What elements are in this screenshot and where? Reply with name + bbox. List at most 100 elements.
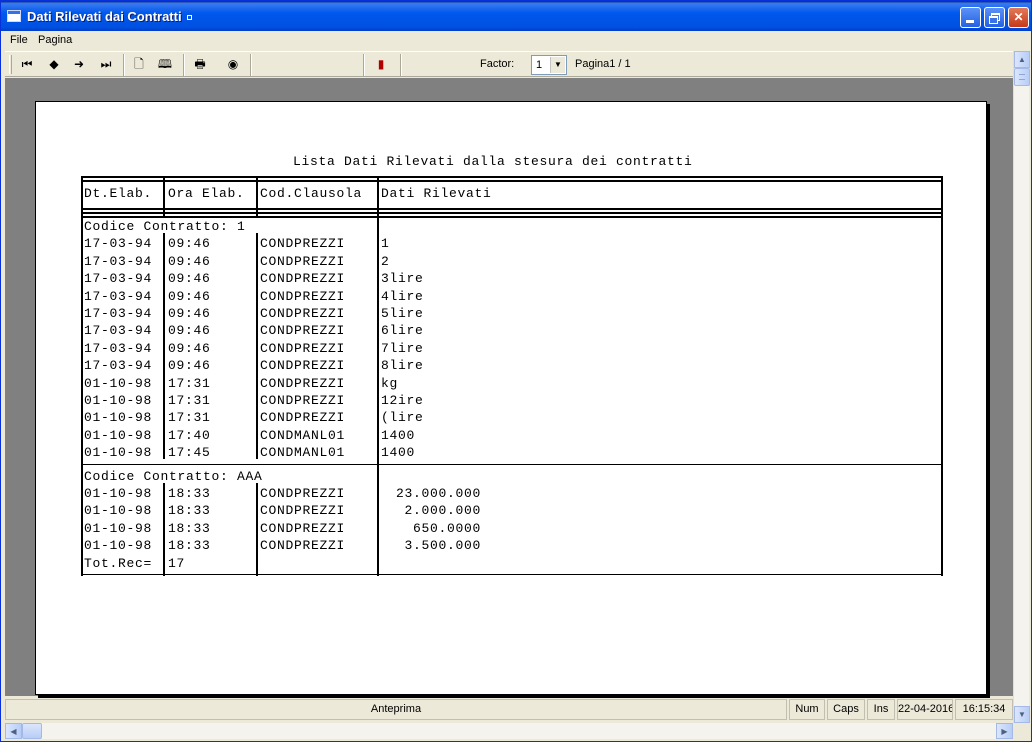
table-cell: 09:46: [168, 358, 211, 374]
status-ins: Ins: [867, 699, 895, 720]
factor-value: 1: [536, 59, 543, 71]
menu-pagina[interactable]: Pagina: [38, 34, 72, 46]
header-rule-bottom: [379, 208, 941, 210]
minimize-button[interactable]: [960, 7, 981, 28]
column-header: Dati Rilevati: [381, 186, 492, 201]
table-cell: 01-10-98: [84, 538, 153, 554]
table-cell: CONDPREZZI: [260, 358, 346, 374]
first-page-icon[interactable]: ⏮: [17, 55, 37, 73]
table-cell: CONDPREZZI: [260, 306, 346, 321]
table-cell: 3lire: [381, 271, 424, 287]
export-icon[interactable]: ◉: [223, 55, 243, 73]
table-cell: 09:46: [168, 253, 211, 269]
table-rule-bottom: [165, 573, 256, 576]
table-rule-bottom: [379, 573, 941, 576]
group-label: Codice Contratto: AAA: [84, 468, 263, 484]
column-separator: [941, 176, 943, 576]
single-page-icon[interactable]: 🗋: [129, 55, 149, 73]
table-cell: kg: [381, 375, 399, 391]
title-bar[interactable]: Dati Rilevati dai Contratti ✕: [1, 1, 1031, 31]
vertical-scroll-thumb[interactable]: [1014, 68, 1030, 86]
header-rule-top: [83, 180, 163, 182]
status-mode: Anteprima: [5, 699, 787, 720]
report-page: Lista Dati Rilevati dalla stesura dei co…: [35, 101, 987, 695]
table-cell: 6lire: [381, 323, 424, 339]
vertical-scrollbar[interactable]: ▲ ▼: [1013, 51, 1030, 723]
restore-button[interactable]: [984, 7, 1005, 28]
window-icon[interactable]: [7, 10, 21, 22]
group-label: Codice Contratto: 1: [84, 219, 246, 234]
preview-area[interactable]: Lista Dati Rilevati dalla stesura dei co…: [5, 78, 1013, 696]
exit-door-icon[interactable]: ▮: [371, 55, 391, 73]
toolbar-separator: [123, 54, 125, 76]
table-cell: 01-10-98: [84, 445, 153, 461]
table-cell: 5lire: [381, 306, 424, 321]
last-page-icon[interactable]: ⏭: [96, 55, 116, 73]
close-button[interactable]: ✕: [1008, 7, 1029, 28]
factor-select[interactable]: 1 ▼: [531, 55, 567, 75]
table-rule-bottom: [83, 573, 163, 576]
table-cell: CONDPREZZI: [260, 323, 346, 339]
table-cell: 09:46: [168, 236, 211, 252]
minimize-icon: [966, 20, 974, 23]
toolbar-separator: [363, 54, 365, 76]
scroll-right-icon[interactable]: ▶: [996, 723, 1013, 739]
table-cell: 17-03-94: [84, 288, 153, 304]
table-cell: 01-10-98: [84, 375, 153, 391]
header-rule-bottom: [258, 212, 377, 214]
table-cell: 8lire: [381, 358, 424, 374]
table-cell: 18:33: [168, 538, 211, 554]
table-cell: 17-03-94: [84, 236, 153, 252]
title-marker-icon: [186, 15, 192, 21]
size-grip[interactable]: [1013, 723, 1029, 739]
table-cell: 17:40: [168, 427, 211, 443]
factor-label: Factor:: [480, 58, 515, 70]
table-cell: 17:31: [168, 375, 211, 391]
total-value: 17: [168, 555, 186, 571]
scroll-up-icon[interactable]: ▲: [1014, 51, 1030, 68]
table-cell: CONDPREZZI: [260, 503, 346, 519]
group-separator: [81, 463, 941, 466]
scroll-left-icon[interactable]: ◀: [5, 723, 22, 739]
status-time: 16:15:34: [955, 699, 1013, 720]
horizontal-scrollbar[interactable]: ◀ ▶: [5, 723, 1013, 739]
column-header: Dt.Elab.: [84, 186, 153, 201]
window-title: Dati Rilevati dai Contratti: [27, 9, 182, 24]
toolbar-grip[interactable]: [9, 55, 12, 74]
column-separator: [256, 483, 258, 576]
horizontal-scroll-thumb[interactable]: [22, 723, 42, 739]
report-title: Lista Dati Rilevati dalla stesura dei co…: [293, 154, 693, 169]
table-cell: CONDMANL01: [260, 445, 346, 461]
table-cell: 01-10-98: [84, 520, 153, 536]
total-label: Tot.Rec=: [84, 555, 153, 571]
table-cell: 3.500.000: [404, 538, 481, 554]
table-cell: 2.000.000: [404, 503, 481, 519]
column-header: Cod.Clausola: [260, 186, 363, 201]
two-pages-icon[interactable]: 🕮: [155, 55, 175, 73]
header-rule-bottom: [83, 212, 163, 214]
table-cell: CONDPREZZI: [260, 538, 346, 554]
column-separator: [256, 233, 258, 459]
table-cell: 17:45: [168, 445, 211, 461]
header-rule-top: [379, 176, 941, 178]
table-cell: 01-10-98: [84, 410, 153, 426]
status-caps: Caps: [827, 699, 865, 720]
column-separator: [163, 483, 165, 576]
toolbar: ⏮ ◆ ➜ ⏭ 🗋 🕮 🖶 ◉ ▮ Factor: 1 ▼ Pagina1 / …: [5, 51, 1013, 77]
table-cell: CONDPREZZI: [260, 271, 346, 287]
header-rule-top: [165, 180, 256, 182]
chevron-down-icon[interactable]: ▼: [550, 57, 565, 73]
prev-page-icon[interactable]: ◆: [44, 55, 64, 73]
print-icon[interactable]: 🖶: [190, 55, 210, 73]
header-rule-top: [379, 180, 941, 182]
table-cell: 17-03-94: [84, 323, 153, 339]
table-cell: 1: [381, 236, 390, 252]
table-cell: 4lire: [381, 288, 424, 304]
scroll-down-icon[interactable]: ▼: [1014, 706, 1030, 723]
table-cell: 09:46: [168, 271, 211, 287]
header-rule-top: [258, 176, 377, 178]
table-cell: 17-03-94: [84, 271, 153, 287]
next-page-icon[interactable]: ➜: [69, 55, 89, 73]
menu-file[interactable]: File: [10, 34, 28, 46]
column-separator: [377, 176, 379, 576]
